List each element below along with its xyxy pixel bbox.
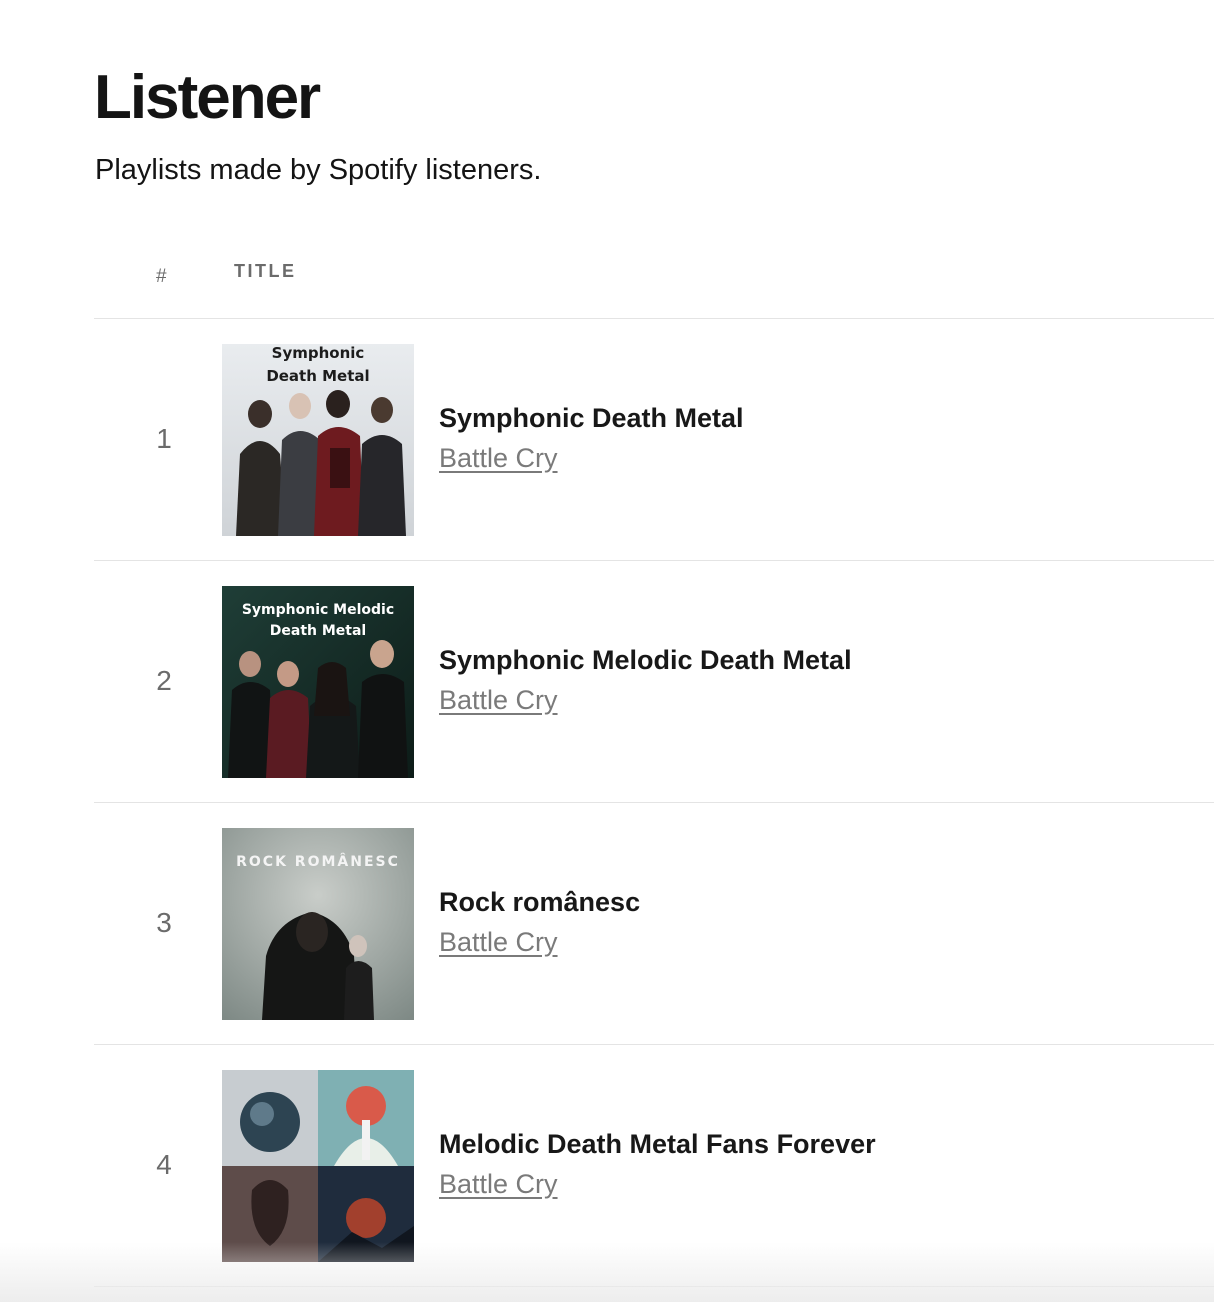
table-header: # TITLE xyxy=(94,250,1214,319)
page-title: Listener xyxy=(94,63,321,132)
row-number: 4 xyxy=(156,1149,172,1180)
playlist-row[interactable]: 4 Melodic Death Metal Fans Forever Battl… xyxy=(94,1045,1214,1287)
row-number: 3 xyxy=(156,907,172,938)
listener-page: Listener Playlists made by Spotify liste… xyxy=(0,0,1214,1302)
playlist-title[interactable]: Symphonic Death Metal xyxy=(439,403,744,434)
cover-text: Death Metal xyxy=(270,623,366,639)
playlist-author-link[interactable]: Battle Cry xyxy=(439,685,558,716)
playlist-row[interactable]: 3 ROCK ROMÂNESC Rock românesc Battle Cry xyxy=(94,803,1214,1045)
playlist-row[interactable]: 1 Symphonic Death Metal Symphonic Death … xyxy=(94,319,1214,561)
column-header-title[interactable]: TITLE xyxy=(234,261,297,282)
playlist-row[interactable]: 2 Symphonic Melodic Death Metal Symphoni… xyxy=(94,561,1214,803)
cover-text: Symphonic xyxy=(272,344,365,362)
playlist-cover-mosaic[interactable] xyxy=(222,1070,414,1262)
playlist-cover-image[interactable]: ROCK ROMÂNESC xyxy=(222,828,414,1020)
column-header-number: # xyxy=(156,266,167,287)
cover-text: Death Metal xyxy=(266,367,369,385)
row-number: 1 xyxy=(156,423,172,454)
playlist-author-link[interactable]: Battle Cry xyxy=(439,443,558,474)
playlist-title[interactable]: Symphonic Melodic Death Metal xyxy=(439,645,852,676)
playlist-title[interactable]: Melodic Death Metal Fans Forever xyxy=(439,1129,876,1160)
cover-text: ROCK ROMÂNESC xyxy=(236,853,400,870)
playlist-cover-image[interactable]: Symphonic Melodic Death Metal xyxy=(222,586,414,778)
row-number: 2 xyxy=(156,665,172,696)
playlist-author-link[interactable]: Battle Cry xyxy=(439,927,558,958)
page-subtitle: Playlists made by Spotify listeners. xyxy=(95,154,542,186)
cover-text: Symphonic Melodic xyxy=(242,602,394,618)
playlist-title[interactable]: Rock românesc xyxy=(439,887,640,918)
playlist-cover-image[interactable]: Symphonic Death Metal xyxy=(222,344,414,536)
playlist-list: 1 Symphonic Death Metal Symphonic Death … xyxy=(94,319,1214,1287)
playlist-author-link[interactable]: Battle Cry xyxy=(439,1169,558,1200)
